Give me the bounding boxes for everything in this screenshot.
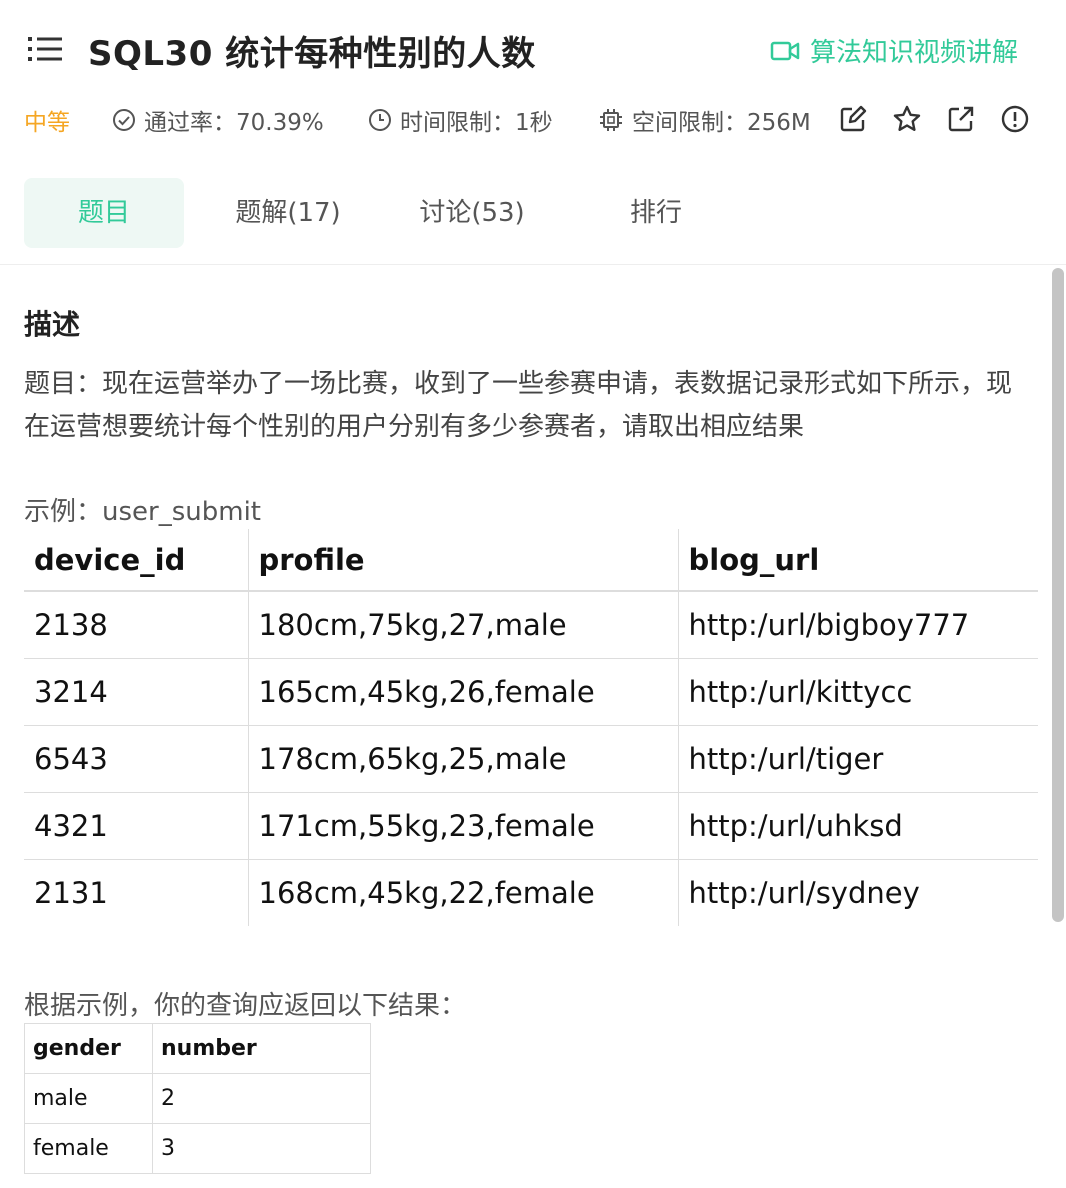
section-title: 描述 [24, 308, 81, 341]
table-row: male 2 [24, 1073, 371, 1124]
problem-description: 题目：现在运营举办了一场比赛，收到了一些参赛申请，表数据记录形式如下所示，现在运… [24, 369, 1013, 442]
edit-icon[interactable] [838, 104, 868, 134]
example-label: 示例：user_submit [24, 497, 261, 527]
check-circle-icon [113, 109, 135, 131]
table-cell: 2138 [24, 591, 248, 659]
table-cell: 6543 [24, 725, 248, 793]
tab-ranking[interactable]: 排行 [598, 178, 714, 248]
result-label: 根据示例，你的查询应返回以下结果： [24, 991, 467, 1021]
table-row: 2138 180cm,75kg,27,male http:/url/bigboy… [24, 591, 1038, 659]
table-cell: male [24, 1073, 153, 1124]
table-row: 2131 168cm,45kg,22,female http:/url/sydn… [24, 859, 1038, 926]
space-limit: 空间限制：256M [598, 100, 811, 140]
table-cell: 2 [152, 1073, 371, 1124]
video-explanation-link[interactable]: 算法知识视频讲解 [770, 32, 1018, 69]
table-cell: 3214 [24, 658, 248, 726]
table-cell: 180cm,75kg,27,male [247, 591, 678, 659]
table-header-cell: device_id [24, 529, 248, 592]
table-header-cell: gender [24, 1023, 153, 1074]
video-link-label: 算法知识视频讲解 [810, 38, 1019, 68]
table-header-row: device_id profile blog_url [24, 529, 1038, 592]
table-row: 4321 171cm,55kg,23,female http:/url/uhks… [24, 792, 1038, 860]
pass-rate-text: 通过率：70.39% [144, 110, 324, 136]
tab-bar: 题目 题解(17) 讨论(53) 排行 [0, 178, 1066, 248]
tab-discussion[interactable]: 讨论(53) [394, 178, 550, 248]
header: SQL30 统计每种性别的人数 算法知识视频讲解 [0, 0, 1066, 100]
pass-rate: 通过率：70.39% [112, 100, 324, 140]
example-input-table: device_id profile blog_url 2138 180cm,75… [24, 529, 1038, 926]
table-cell: female [24, 1123, 153, 1174]
table-cell: 4321 [24, 792, 248, 860]
expected-output-table: gender number male 2 female 3 [24, 1023, 371, 1174]
table-cell: 171cm,55kg,23,female [247, 792, 678, 860]
page-title: SQL30 统计每种性别的人数 [88, 34, 536, 74]
space-limit-text: 空间限制：256M [632, 110, 811, 136]
table-row: female 3 [24, 1123, 371, 1174]
table-header-cell: profile [247, 529, 678, 592]
table-cell: 3 [152, 1123, 371, 1174]
table-cell: http:/url/tiger [677, 725, 1038, 793]
table-cell: 178cm,65kg,25,male [247, 725, 678, 793]
difficulty-badge: 中等 [24, 110, 70, 136]
table-row: 6543 178cm,65kg,25,male http:/url/tiger [24, 725, 1038, 793]
star-icon[interactable] [892, 104, 922, 134]
problem-meta: 中等 通过率：70.39% 时间限制：1秒 空间限制：256M [24, 100, 1044, 140]
tab-solutions[interactable]: 题解(17) [210, 178, 366, 248]
table-cell: 165cm,45kg,26,female [247, 658, 678, 726]
table-cell: http:/url/sydney [677, 859, 1038, 926]
table-cell: 2131 [34, 876, 108, 910]
table-cell: 168cm,45kg,22,female [247, 859, 678, 926]
time-limit: 时间限制：1秒 [368, 100, 553, 140]
table-cell: http:/url/kittycc [677, 658, 1038, 726]
table-header-cell: number [152, 1023, 371, 1074]
clock-icon [369, 109, 391, 131]
video-camera-icon [770, 41, 800, 60]
list-icon[interactable] [28, 36, 62, 62]
table-header-row: gender number [24, 1023, 371, 1074]
table-cell: http:/url/bigboy777 [677, 591, 1038, 659]
tab-divider [0, 264, 1066, 265]
tab-problem[interactable]: 题目 [24, 178, 184, 248]
external-link-icon[interactable] [946, 104, 976, 134]
scrollbar-thumb[interactable] [1052, 268, 1064, 922]
table-row: 3214 165cm,45kg,26,female http:/url/kitt… [24, 658, 1038, 726]
table-header-cell: blog_url [677, 529, 1038, 592]
chip-icon [600, 109, 622, 131]
time-limit-text: 时间限制：1秒 [400, 110, 553, 136]
alert-circle-icon[interactable] [1000, 104, 1030, 134]
table-cell: http:/url/uhksd [677, 792, 1038, 860]
